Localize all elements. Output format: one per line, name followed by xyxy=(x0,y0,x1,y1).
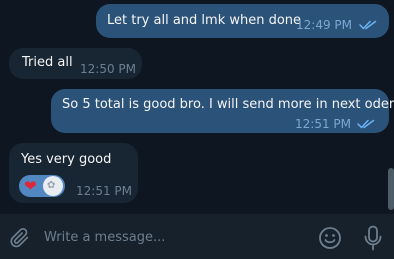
heart-reaction-icon: ❤ xyxy=(24,177,37,195)
message-time: 12:51 PM xyxy=(76,184,132,198)
message-text: Tried all xyxy=(22,55,73,70)
microphone-icon[interactable] xyxy=(363,225,383,251)
message-composer xyxy=(0,213,394,259)
scrollbar-thumb[interactable] xyxy=(388,168,394,210)
incoming-message[interactable]: Tried all 12:50 PM xyxy=(9,48,142,79)
double-check-icon xyxy=(357,119,375,129)
outgoing-message[interactable]: Let try all and lmk when done 12:49 PM xyxy=(96,4,389,38)
message-input[interactable] xyxy=(44,222,304,252)
reaction-pill[interactable]: ❤ ✿ xyxy=(19,175,65,197)
message-time: 12:50 PM xyxy=(80,62,136,76)
message-time: 12:51 PM xyxy=(295,117,351,131)
paperclip-icon[interactable] xyxy=(9,227,31,249)
emoji-icon[interactable] xyxy=(318,226,342,250)
reactor-avatar-icon: ✿ xyxy=(43,176,63,196)
message-text: Yes very good xyxy=(21,152,112,167)
message-text: So 5 total is good bro. I will send more… xyxy=(62,97,394,112)
incoming-message[interactable]: Yes very good ❤ ✿ 12:51 PM xyxy=(9,143,138,203)
double-check-icon xyxy=(359,20,377,30)
message-text: Let try all and lmk when done xyxy=(107,13,302,28)
outgoing-message[interactable]: So 5 total is good bro. I will send more… xyxy=(51,89,394,133)
message-time: 12:49 PM xyxy=(296,18,352,32)
message-list[interactable]: Let try all and lmk when done 12:49 PM T… xyxy=(0,0,394,213)
